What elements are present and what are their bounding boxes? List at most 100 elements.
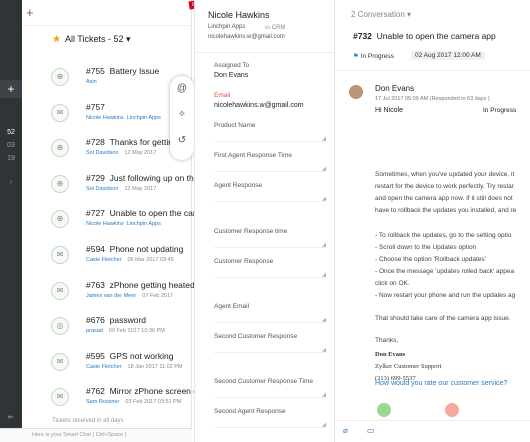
ticket-row[interactable]: ⊕ #729 Just following up on the Sol Davids… [22, 173, 199, 209]
ticket-row[interactable]: ◎ #676 password prasad 09 Feb 2017 10:36 P… [22, 315, 192, 351]
smart-chat-input[interactable]: Here is your Smart Chat ( Ctrl+Space ) [0, 428, 192, 442]
ticket-date: 12 May 2017 [124, 185, 157, 192]
field-input[interactable]: ◢ [214, 196, 326, 202]
property-field[interactable]: Second Agent Response ◢ [214, 408, 326, 428]
ticket-title[interactable]: #755 Battery Issue [86, 66, 159, 76]
field-label: Second Customer Response Time [214, 378, 313, 385]
ticket-row[interactable]: ⊕ #755 Battery Issue Axin [22, 66, 192, 102]
field-input[interactable]: ◢ [214, 347, 326, 353]
resize-grip-icon[interactable]: ◢ [322, 272, 326, 278]
property-field[interactable]: Customer Response ◢ [214, 258, 326, 278]
ticket-row[interactable]: ✉ #762 Mirror zPhone screen on Sam Rossner… [22, 386, 203, 422]
ticket-title[interactable]: #728 Thanks for getting [86, 137, 178, 147]
property-field[interactable]: Second Customer Response Time ◢ [214, 378, 326, 398]
contact-name[interactable]: Nicole Hawkins [208, 10, 270, 20]
ticket-row[interactable]: ⊕ #727 Unable to open the cam Nicole Hawki… [22, 208, 200, 244]
resize-grip-icon[interactable]: ◢ [322, 392, 326, 398]
attachment-icon[interactable]: ⌀ [343, 426, 348, 435]
conversation-tab[interactable]: 2 Conversation ▾ [351, 10, 411, 19]
field-label: Customer Response time [214, 228, 288, 235]
message-body-line: restart for the device to work perfectly… [375, 183, 514, 190]
ticket-account[interactable]: Linchpin Apps [127, 115, 161, 121]
rating-prompt[interactable]: How would you rate our customer service? [375, 380, 507, 387]
ticket-title[interactable]: #727 Unable to open the cam [86, 208, 200, 218]
ticket-title[interactable]: #729 Just following up on the [86, 173, 199, 183]
ticket-title[interactable]: #762 Mirror zPhone screen on [86, 386, 203, 396]
ticket-agent[interactable]: prasad [86, 328, 103, 334]
property-field[interactable]: First Agent Response Time ◢ [214, 152, 326, 172]
account-name[interactable]: Linchpin Apps [208, 24, 245, 30]
property-field[interactable]: Assigned To Don Evans [214, 62, 326, 79]
field-input[interactable]: ◢ [214, 136, 326, 142]
ticket-agent[interactable]: James van der Meer [86, 293, 136, 299]
ticket-row[interactable]: ✉ #595 GPS not working Casie Fletcher 18 J… [22, 351, 192, 387]
add-ticket-plus-icon[interactable]: + [26, 5, 34, 20]
ticket-subject: GPS not working [109, 350, 174, 361]
ticket-number: #763 [86, 279, 105, 290]
field-value[interactable]: nicolehawkins.w@gmail.com [214, 102, 326, 109]
ticket-subject: Thanks for getting [109, 137, 178, 148]
property-field[interactable]: Agent Response ◢ [214, 182, 326, 202]
expand-chevron-icon[interactable]: › [0, 179, 22, 186]
ticket-title[interactable]: #595 GPS not working [86, 351, 173, 361]
property-field[interactable]: Agent Email ◢ [214, 303, 326, 323]
new-item-plus-icon[interactable]: + [0, 80, 22, 98]
ticket-meta: prasad 09 Feb 2017 10:36 PM [86, 328, 165, 334]
ticket-agent[interactable]: Casie Fletcher [86, 364, 121, 370]
ticket-meta: Sam Rossner 03 Feb 2017 03:51 PM [86, 399, 181, 405]
resize-grip-icon[interactable]: ◢ [322, 196, 326, 202]
field-input[interactable]: ◢ [214, 166, 326, 172]
ticket-number: #676 [86, 315, 105, 326]
happy-face-icon[interactable] [377, 403, 391, 417]
screen-icon[interactable]: ▭ [367, 426, 375, 435]
ticket-agent[interactable]: Nicole Hawkins [86, 221, 124, 227]
resize-grip-icon[interactable]: ◢ [322, 347, 326, 353]
ticket-row[interactable]: ✉ #594 Phone not updating Casie Fletcher 0… [22, 244, 192, 280]
field-input[interactable]: ◢ [214, 317, 326, 323]
ticket-status[interactable]: ⚑ In Progress [353, 52, 394, 60]
ticket-agent[interactable]: Casie Fletcher [86, 257, 121, 263]
property-field[interactable]: Second Customer Response ◢ [214, 333, 326, 353]
ticket-agent[interactable]: Sol Davidson [86, 186, 118, 192]
count-due[interactable]: 19 [0, 155, 22, 162]
ticket-agent[interactable]: Nicole Hawkins [86, 115, 124, 121]
resize-grip-icon[interactable]: ◢ [322, 166, 326, 172]
resize-grip-icon[interactable]: ◢ [322, 242, 326, 248]
crm-link[interactable]: ⛀ CRM [265, 24, 285, 31]
message-body-line: click on OK. [375, 280, 410, 287]
view-title: All Tickets - 52 [64, 34, 124, 44]
ticket-date: 12 May 2017 [124, 150, 157, 157]
due-date[interactable]: 02 Aug 2017 12:00 AM [411, 51, 485, 60]
field-input[interactable]: ◢ [214, 392, 326, 398]
ticket-title[interactable]: #757 [86, 102, 110, 112]
field-input[interactable]: ◢ [214, 242, 326, 248]
lightbulb-icon[interactable]: ✧ [170, 102, 194, 128]
ticket-title[interactable]: #763 zPhone getting heated [86, 280, 195, 290]
ticket-agent[interactable]: Sam Rossner [86, 399, 119, 405]
ticket-view-selector[interactable]: ★ All Tickets - 52 ▾ [52, 34, 131, 45]
ticket-title[interactable]: #676 password [86, 315, 146, 325]
ticket-agent[interactable]: Axin [86, 79, 97, 85]
ticket-title[interactable]: #594 Phone not updating [86, 244, 183, 254]
resize-grip-icon[interactable]: ◢ [322, 136, 326, 142]
property-field[interactable]: Email nicolehawkins.w@gmail.com [214, 92, 326, 109]
field-label: Customer Response [214, 258, 274, 265]
field-value[interactable]: Don Evans [214, 72, 326, 79]
sad-face-icon[interactable] [445, 403, 459, 417]
resize-grip-icon[interactable]: ◢ [322, 317, 326, 323]
history-icon[interactable]: ↺ [170, 128, 194, 154]
ticket-agent[interactable]: Sol Davidson [86, 150, 118, 156]
ticket-row[interactable]: ✉ #757 Nicole Hawkins Linchpin Apps [22, 102, 192, 138]
ticket-row[interactable]: ⊕ #728 Thanks for getting Sol Davidson 12 … [22, 137, 192, 173]
field-input[interactable]: ◢ [214, 422, 326, 428]
collapse-rail-icon[interactable]: ⇤ [0, 413, 22, 421]
ticket-account[interactable]: Linchpin Apps [127, 221, 161, 227]
resize-grip-icon[interactable]: ◢ [322, 422, 326, 428]
field-input[interactable]: ◢ [214, 272, 326, 278]
property-field[interactable]: Product Name ◢ [214, 122, 326, 142]
ticket-row[interactable]: ✉ #763 zPhone getting heated James van der… [22, 280, 195, 316]
count-open[interactable]: 52 [0, 129, 22, 136]
attachment-icon[interactable]: @ [170, 76, 194, 102]
property-field[interactable]: Customer Response time ◢ [214, 228, 326, 248]
count-overdue[interactable]: 03 [0, 142, 22, 149]
